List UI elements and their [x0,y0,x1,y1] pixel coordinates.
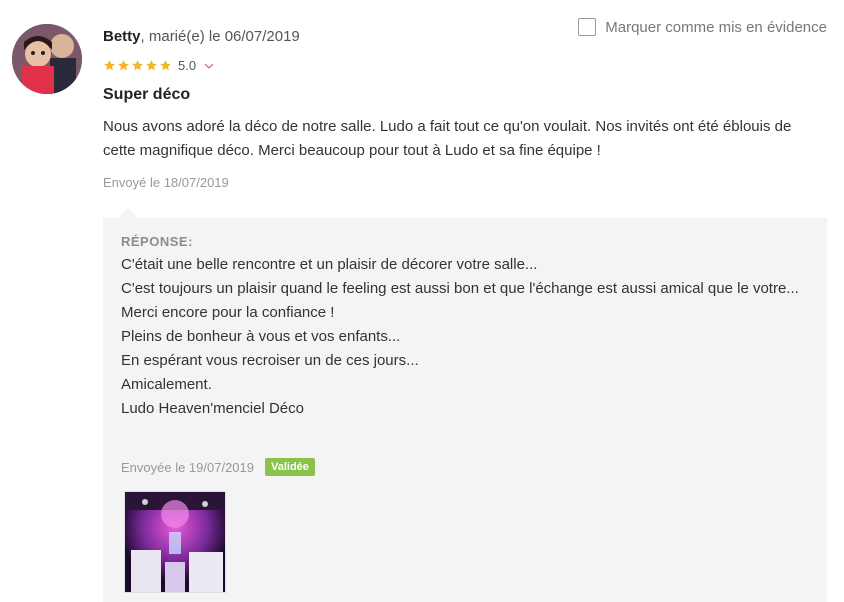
reply-photo[interactable] [124,491,226,593]
avatar [12,24,82,94]
review-title: Super déco [103,86,191,103]
highlight-toggle[interactable]: Marquer comme mis en évidence [578,18,827,36]
reply-line: Merci encore pour la confiance ! [121,304,335,321]
highlight-label: Marquer comme mis en évidence [605,18,827,36]
reply-line: Ludo Heaven'menciel Déco [121,400,304,417]
star-icon [118,60,129,71]
reply-line: Pleins de bonheur à vous et vos enfants.… [121,328,401,345]
reply-line: Amicalement. [121,376,212,393]
reply-label: RÉPONSE: [121,234,193,249]
reply-sent-date: Envoyée le 19/07/2019 [121,459,254,475]
star-icon [160,60,171,71]
reply-box: RÉPONSE: C'était une belle rencontre et … [103,208,827,602]
review-body: Nous avons adoré la déco de notre salle.… [103,118,792,159]
star-icon [104,60,115,71]
reply-line: C'est toujours un plaisir quand le feeli… [121,280,799,297]
review-card: Betty, marié(e) le 06/07/2019 5.0 Marque… [0,0,844,602]
rating[interactable]: 5.0 [103,58,214,73]
review-sent-date: Envoyé le 18/07/2019 [103,175,229,190]
reply-meta: Envoyée le 19/07/2019 Validée [121,458,315,476]
author-name: Betty [103,28,141,45]
status-badge: Validée [265,458,315,476]
reply-pointer [118,208,138,218]
wedding-date: , marié(e) le 06/07/2019 [140,28,300,45]
chevron-down-icon[interactable] [204,61,214,71]
review-author-line: Betty, marié(e) le 06/07/2019 [103,28,300,45]
rating-value: 5.0 [178,58,197,73]
reply-line: C'était une belle rencontre et un plaisi… [121,256,538,273]
highlight-checkbox[interactable] [578,18,597,36]
reply-text: C'était une belle rencontre et un plaisi… [121,253,801,421]
star-rating [103,59,172,72]
star-icon [132,60,143,71]
star-icon [146,60,157,71]
reply-line: En espérant vous recroiser un de ces jou… [121,352,419,369]
